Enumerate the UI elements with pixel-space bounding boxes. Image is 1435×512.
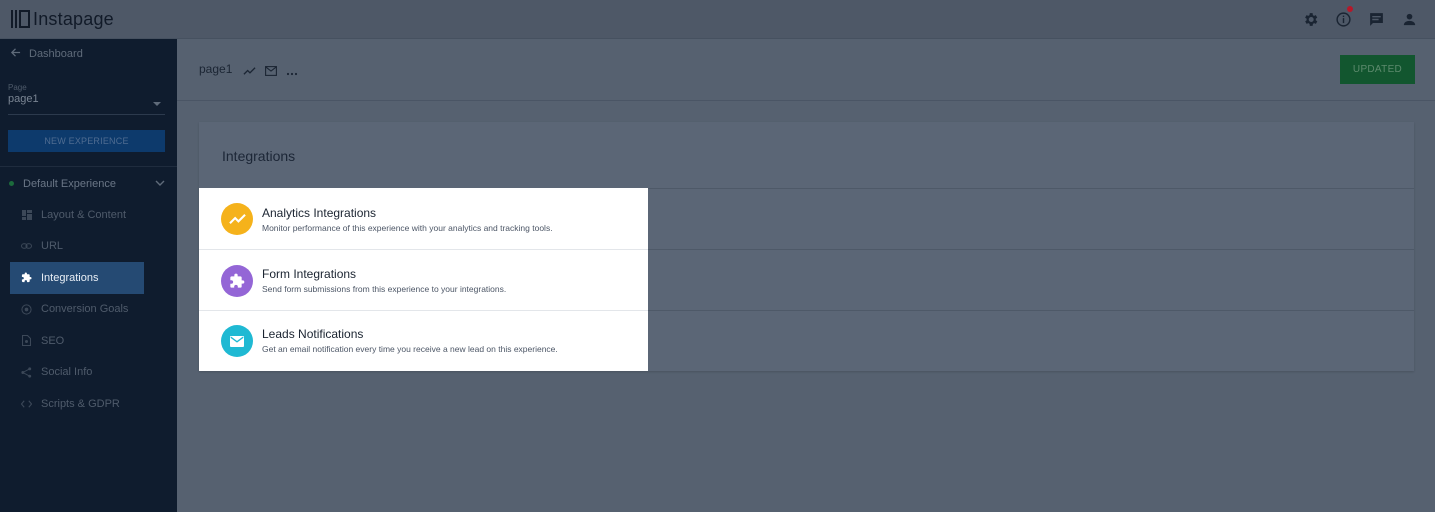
link-icon: [21, 241, 32, 252]
document-icon: [21, 335, 32, 347]
sidebar-item-conversion-goals[interactable]: Conversion Goals: [10, 294, 144, 326]
page-select[interactable]: Page page1: [8, 83, 165, 115]
puzzle-icon: [221, 265, 253, 297]
info-icon[interactable]: [1333, 6, 1353, 29]
puzzle-icon: [21, 272, 32, 283]
user-icon[interactable]: [1399, 9, 1419, 29]
gear-icon[interactable]: [1300, 9, 1320, 29]
sidebar-item-label: Social Info: [41, 366, 93, 379]
sidebar: Dashboard Page page1 NEW EXPERIENCE Defa…: [0, 39, 177, 512]
item-description: Get an email notification every time you…: [262, 344, 558, 354]
analytics-icon[interactable]: [243, 63, 256, 81]
mail-icon: [221, 325, 253, 357]
caret-down-icon: [153, 102, 161, 106]
item-title: Leads Notifications: [262, 327, 364, 341]
chevron-down-icon: [155, 178, 165, 191]
analytics-integrations-item[interactable]: Analytics Integrations Monitor performan…: [199, 188, 648, 248]
integrations-title: Integrations: [222, 148, 296, 164]
layout-icon: [21, 209, 32, 220]
leads-notifications-item[interactable]: Leads Notifications Get an email notific…: [199, 310, 648, 370]
logo-mark-icon: [11, 10, 31, 28]
sidebar-item-label: SEO: [41, 334, 65, 347]
instapage-logo[interactable]: Instapage: [11, 8, 114, 30]
sidebar-item-label: Conversion Goals: [41, 303, 129, 316]
item-description: Send form submissions from this experien…: [262, 284, 507, 294]
sidebar-item-integrations[interactable]: Integrations: [10, 262, 144, 294]
sidebar-nav: Layout & Content URL Integrations Conver…: [10, 199, 144, 420]
sidebar-divider: [0, 166, 177, 167]
sidebar-item-scripts-gdpr[interactable]: Scripts & GDPR: [10, 388, 144, 420]
sidebar-item-label: URL: [41, 240, 64, 253]
back-label: Dashboard: [29, 48, 83, 60]
experience-status-dot: [9, 181, 14, 186]
page-select-label: Page: [8, 83, 27, 92]
top-bar: Instapage: [0, 0, 1435, 39]
sidebar-item-seo[interactable]: SEO: [10, 325, 144, 357]
page-header: page1 UPDATED: [177, 39, 1435, 101]
sidebar-item-social-info[interactable]: Social Info: [10, 357, 144, 389]
trend-icon: [221, 203, 253, 235]
sidebar-item-layout[interactable]: Layout & Content: [10, 199, 144, 231]
share-icon: [21, 367, 32, 378]
back-to-dashboard-link[interactable]: Dashboard: [10, 47, 83, 61]
item-title: Analytics Integrations: [262, 206, 377, 220]
page-title: page1: [199, 62, 233, 76]
more-icon[interactable]: [286, 63, 298, 81]
item-description: Monitor performance of this experience w…: [262, 223, 553, 233]
sidebar-item-label: Integrations: [41, 271, 99, 284]
experience-label: Default Experience: [23, 178, 116, 190]
arrow-left-icon: [10, 47, 21, 61]
sidebar-item-label: Scripts & GDPR: [41, 397, 120, 410]
code-icon: [21, 398, 32, 409]
updated-button[interactable]: UPDATED: [1340, 55, 1415, 84]
form-integrations-item[interactable]: Form Integrations Send form submissions …: [199, 249, 648, 309]
sidebar-item-url[interactable]: URL: [10, 231, 144, 263]
target-icon: [21, 304, 32, 315]
logo-text: Instapage: [33, 8, 114, 29]
chat-icon[interactable]: [1366, 9, 1386, 29]
item-title: Form Integrations: [262, 267, 357, 281]
page-select-value: page1: [8, 93, 39, 105]
mail-icon[interactable]: [265, 63, 277, 81]
experience-toggle[interactable]: Default Experience: [0, 175, 177, 193]
integrations-list: Analytics Integrations Monitor performan…: [199, 188, 648, 371]
sidebar-item-label: Layout & Content: [41, 208, 127, 221]
new-experience-button[interactable]: NEW EXPERIENCE: [8, 130, 165, 152]
notification-dot: [1347, 6, 1353, 12]
